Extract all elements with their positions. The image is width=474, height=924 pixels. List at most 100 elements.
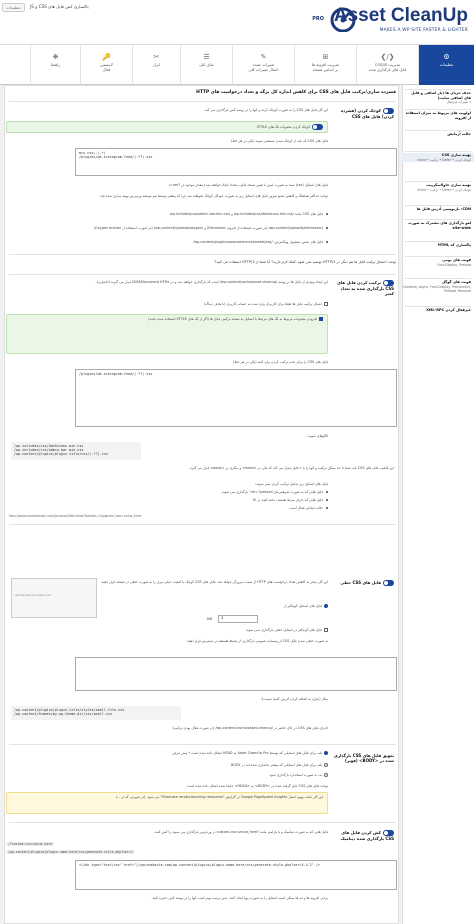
inline-textarea[interactable] (75, 657, 397, 691)
app-window: تنظیمات پاکسازی کش فایل های CSS و JS PRO… (0, 0, 474, 924)
sidebar-divider (405, 306, 471, 307)
tab-label: تغییرات عمده اعمال تغییرات کلی (248, 62, 279, 72)
sidebar-item-label: لغو بارگذاری های مشترک به صورت site-wide (408, 221, 471, 230)
sidebar-item-3[interactable]: بهینه سازی CSS کوچک کردن • Defer • ترکیب … (402, 153, 474, 162)
brand-name: Asset CleanUp (333, 5, 468, 26)
combine-desc: این ایجاد پیوندی از فایل ها در پوشه /wp-… (95, 280, 328, 284)
minify-bullet-1: فایل های CSS مانند /wp-includes/css/dash… (6, 212, 328, 216)
sidebar-divider (405, 256, 471, 257)
breadcrumb-settings-button[interactable]: تنظیمات (2, 3, 25, 12)
inline-example-label: مثال (نیازی به اضافه کردن آدرس کامل نیست… (260, 697, 328, 701)
defer-warning: این کار باعث بهبود امتیاز Google PageSpe… (6, 792, 328, 814)
dynamic-textarea[interactable]: <link type="text/css" href="//yourwebsit… (75, 860, 397, 890)
combine-note-3: فایل هایی که دارای شرط هستند، مانند آنچه… (6, 498, 328, 502)
inline-toggle[interactable] (383, 580, 394, 586)
sidebar-item-1[interactable]: اولویت های مربوط به میزان استفاده از افز… (402, 111, 474, 120)
tab-icon: ✎ (260, 53, 267, 61)
tab-1[interactable]: ❮/❯ مدیریت CSS/JS فایل های بارگذاری شده (356, 45, 418, 85)
sidebar-item-label: پاکسازی کد HTML (437, 243, 471, 247)
sidebar-item-10[interactable]: غیرفعال کردن XML-RPC (402, 308, 474, 313)
minify-inline-toggle[interactable] (312, 124, 323, 130)
tab-icon: ✂ (153, 53, 160, 61)
tab-7[interactable]: ❋ راهنما (30, 45, 80, 85)
section-title: قشرده سازی/ترکیب فایل های CSS برای کاهش … (196, 90, 396, 95)
sidebar-item-label: حذف جریان ها (بار اضافی و فایل های اضافی… (411, 91, 471, 100)
combine-examples-label: الگوهای نمونه: (307, 434, 328, 438)
tab-icon: ⊞ (322, 53, 329, 61)
tab-label: لایسنس فعال (100, 62, 113, 72)
sidebar-item-2[interactable]: حالت آزمایش (402, 132, 474, 137)
sidebar-divider (405, 181, 471, 182)
dynamic-note: برخی افزونه ها و تم ها ممکن است استایل ر… (151, 896, 328, 900)
dynamic-toggle[interactable] (383, 830, 394, 836)
defer-radio-2[interactable] (324, 763, 328, 767)
sidebar-divider (405, 151, 471, 152)
top-bar: تنظیمات پاکسازی کش فایل های CSS و JS PRO… (0, 0, 474, 45)
sidebar-item-6[interactable]: لغو بارگذاری های مشترک به صورت site-wide (402, 221, 474, 230)
inline-help: به صورت خطی شدن فایل CSS از وبسایت عمومی… (186, 639, 328, 643)
kb-unit: KB (207, 617, 212, 621)
logo[interactable]: Asset CleanUp MAKES A WP SITE FASTER & L… (328, 5, 468, 39)
inline-label: فایل های CSS خطی (334, 580, 394, 586)
defer-radio-3[interactable] (324, 773, 328, 777)
inline-skip-checkbox[interactable] (324, 628, 328, 632)
tab-icon: ❋ (52, 53, 59, 61)
sidebar-item-4[interactable]: بهینه سازی جاوااسکریپت کوچک کردن • Defer … (402, 183, 474, 192)
main-tabs: ⚙ تنظیمات ❮/❯ مدیریت CSS/JS فایل های بارگذا… (0, 45, 474, 85)
tab-label: مدیریت CSS/JS فایل های بارگذاری شده (368, 62, 407, 72)
inline-cache-note: اجرای فایل های CSS در حال حاضر در /wp-co… (172, 726, 328, 730)
inline-small-radio[interactable] (324, 604, 328, 608)
brand-tagline: MAKES A WP SITE FASTER & LIGHTER (379, 28, 468, 33)
tab-2[interactable]: ⊞ مدیریت افزونه ها بر اساس صفحه (294, 45, 356, 85)
edition-badge: PRO (312, 16, 324, 22)
minify-exclude-textarea[interactable]: min.css\.(.*) /plugins/wd-instagram-feed… (75, 148, 397, 176)
tab-label: مدیریت افزونه ها بر اساس صفحه (311, 62, 340, 72)
defer-radio-1[interactable] (324, 751, 328, 755)
defer-option-1: بله، برای فایل های استایلی که توسط Asset… (6, 751, 328, 755)
minify-label: کوچک کردن (فشرده کردن) فایل های CSS (340, 108, 394, 119)
tab-5[interactable]: ✂ ابزار (132, 45, 180, 85)
minify-inline-option: کوچک کردن محتویات تگ های STYLE (6, 121, 328, 133)
combine-exclude-textarea[interactable]: /plugins/wd-instagram-feed/(.*?).css (75, 369, 397, 427)
inline-desc: این کار منجر به کاهش تعداد درخواست های H… (100, 580, 328, 584)
sidebar-divider (405, 219, 471, 220)
minify-note-2: توجه: حداکثر هماهنگ و کاهش منابع سرور فا… (99, 194, 328, 198)
sidebar-item-5[interactable]: CDN: بازنویسی آدرس فایل ها (402, 207, 474, 212)
combine-note-2: فایل هایی که به صورت غیرهمزمان rel="prel… (6, 490, 328, 494)
combine-note: این قابلیت فایل های CSS باید حتما تا حد … (189, 466, 394, 470)
sidebar-item-9[interactable]: فونت های گوگل Combine, Async, Font-Displa… (402, 280, 474, 294)
defer-option-2: بله، برای فایل های استایلی که پیشتر جاسا… (6, 763, 328, 767)
minify-bullet-2: /wp-content/uploads/elementor/ (در صورت … (6, 226, 328, 230)
combine-inline-style-checkbox[interactable] (319, 317, 323, 321)
tab-label: ابزار (152, 62, 161, 67)
kb-input[interactable]: 3 (218, 615, 258, 623)
minify-exclude-hint: فایل های CSS که باید از کوچک شدن مستثنی … (230, 139, 328, 143)
sidebar-item-7[interactable]: پاکسازی کد HTML (402, 243, 474, 248)
defer-note: توجه: فایل های CSS جای گرفته شده در <BOD… (186, 784, 328, 788)
tab-icon: ⚙ (443, 53, 450, 61)
tab-6[interactable]: 🔑 لایسنس فعال (80, 45, 132, 85)
tab-3[interactable]: ✎ تغییرات عمده اعمال تغییرات کلی (232, 45, 294, 85)
breadcrumb: تنظیمات پاکسازی کش فایل های CSS و JS (0, 2, 150, 12)
tab-4[interactable]: ☰ نمای کلی (180, 45, 232, 85)
combine-toggle[interactable] (383, 280, 394, 286)
clear-cache-link[interactable]: پاکسازی کش فایل های CSS و JS (30, 4, 89, 9)
combine-option-inline-style: افزودن محتویات مربوط به تگ های مرتبط با … (6, 314, 328, 354)
combine-logged-in-checkbox[interactable] (324, 302, 328, 306)
tab-label: تنظیمات (439, 62, 454, 67)
combine-option-logged-in: اعمال ترکیب فایل ها فقط برای کاربران وار… (6, 302, 328, 306)
sidebar-item-sub: Combine, Async, Font-Display, Preconnect… (402, 284, 471, 294)
sidebar-item-8[interactable]: فونت های یومی Font-Display, Preload (402, 258, 474, 267)
sidebar-item-sub: کوچک کردن • Defer • ترکیب • Inline (417, 187, 471, 192)
sidebar-divider (405, 241, 471, 242)
tab-0[interactable]: ⚙ تنظیمات (418, 45, 474, 85)
tab-label: راهنما (50, 62, 61, 67)
dynamic-code-1: /?custom-css=value_here (6, 842, 55, 847)
http2-notice: توجه: احتمال ترکیب فایل ها هم دیگر در HT… (214, 260, 396, 264)
tab-icon: 🔑 (102, 53, 111, 61)
combine-exclude-hint: فایل های CSS را برای عدم ترکیب کردن وارد… (232, 360, 328, 364)
minify-toggle[interactable] (383, 108, 394, 114)
sidebar-divider (405, 130, 471, 131)
minify-note-1: فایل های استایل (css) شما به صورت ایمن ب… (168, 183, 328, 187)
sidebar-item-0[interactable]: حذف جریان ها (بار اضافی و فایل های اضافی… (402, 91, 474, 105)
